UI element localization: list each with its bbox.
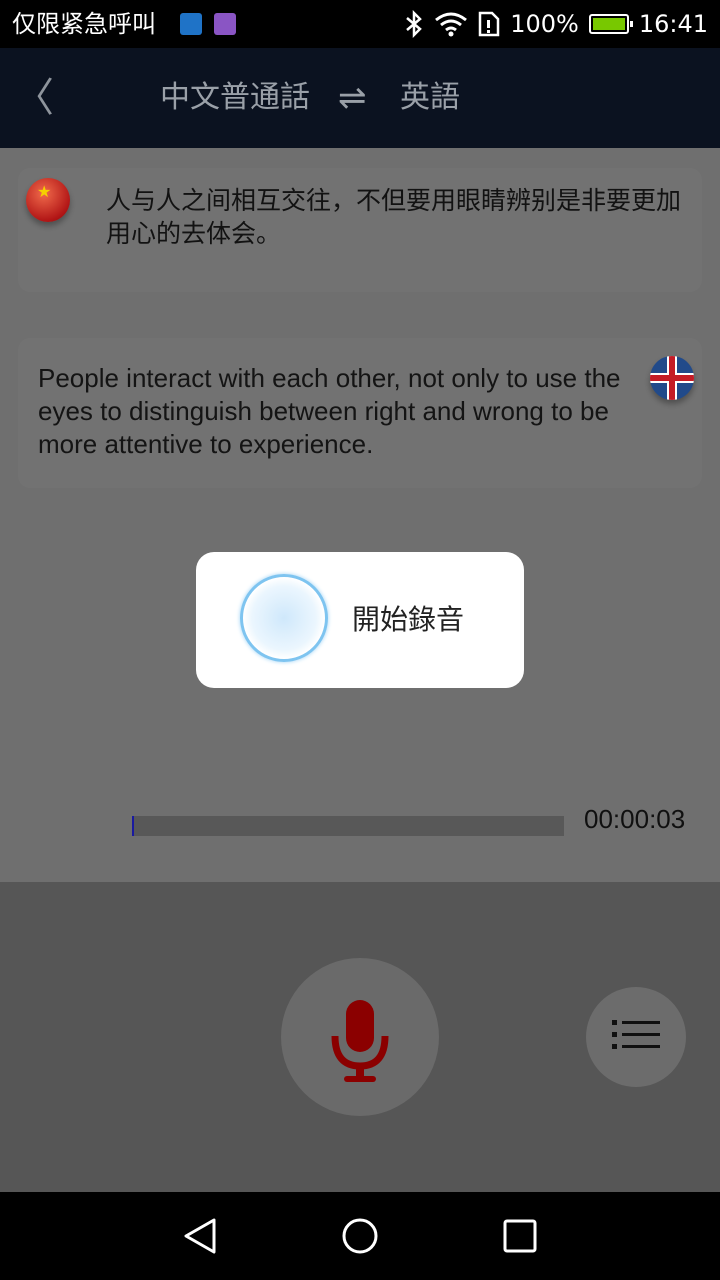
wifi-icon	[435, 12, 468, 37]
source-bubble[interactable]: ★ 人与人之间相互交往，不但要用眼睛辨别是非要更加用心的去体会。	[18, 168, 702, 292]
bluetooth-icon	[406, 10, 423, 38]
status-bar: 仅限紧急呼叫 100% 16:41	[0, 0, 720, 48]
nav-back-icon[interactable]	[180, 1216, 220, 1256]
recording-timer: 00:00:03	[584, 804, 686, 834]
microphone-button[interactable]	[281, 958, 439, 1116]
target-language-selector[interactable]: 英語	[400, 76, 460, 120]
nav-home-icon[interactable]	[340, 1216, 380, 1256]
china-flag-icon: ★	[26, 178, 70, 222]
system-nav-bar	[0, 1192, 720, 1280]
carrier-label: 仅限紧急呼叫	[12, 10, 156, 38]
sim-alert-icon	[478, 11, 500, 37]
image-icon	[214, 13, 236, 35]
conversation-area: ★ 人与人之间相互交往，不但要用眼睛辨别是非要更加用心的去体会。 People …	[0, 148, 720, 882]
nav-recents-icon[interactable]	[500, 1216, 540, 1256]
battery-percent: 100%	[510, 10, 579, 38]
recording-dialog: 開始錄音	[196, 552, 524, 688]
list-menu-icon	[612, 1020, 660, 1049]
app-header: 〈 中文普通話 ⇌ 英語	[0, 48, 720, 148]
back-button[interactable]: 〈	[14, 76, 54, 120]
recording-spinner-icon	[240, 574, 328, 662]
uk-flag-icon	[650, 356, 694, 400]
microphone-icon	[331, 1000, 389, 1082]
recording-progress-bar	[132, 816, 564, 836]
translation-text: People interact with each other, not onl…	[38, 363, 621, 459]
bottom-controls	[0, 882, 720, 1192]
battery-charging-icon	[588, 14, 633, 34]
source-text: 人与人之间相互交往，不但要用眼睛辨别是非要更加用心的去体会。	[106, 186, 682, 248]
source-language-selector[interactable]: 中文普通話	[160, 76, 310, 120]
clock: 16:41	[638, 10, 708, 38]
history-menu-button[interactable]	[586, 987, 686, 1087]
translation-bubble[interactable]: People interact with each other, not onl…	[18, 338, 702, 488]
recording-dialog-label: 開始錄音	[352, 603, 465, 636]
swap-languages-icon[interactable]: ⇌	[338, 76, 367, 120]
recording-progress-fill	[132, 816, 134, 836]
usb-icon	[180, 13, 202, 35]
